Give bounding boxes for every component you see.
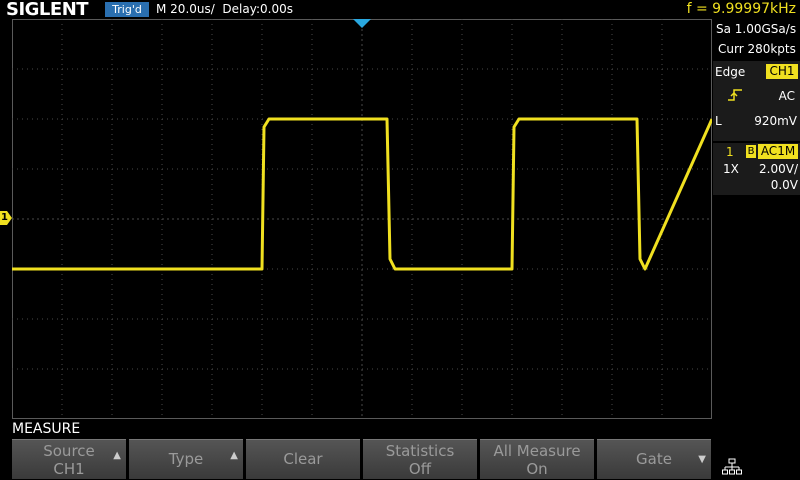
gate-button[interactable]: Gate ▼	[597, 439, 711, 479]
trigger-info-box[interactable]: Edge CH1 AC L 920mV	[713, 61, 800, 141]
channel-number: 1	[726, 145, 734, 159]
right-info-panel: Sa 1.00GSa/s Curr 280kpts Edge CH1 AC L …	[713, 19, 800, 419]
trigger-level-prefix: L	[715, 114, 722, 128]
graticule	[12, 19, 712, 419]
waveform-display[interactable]	[12, 19, 712, 419]
timebase-readout[interactable]: M 20.0us/ Delay:0.00s	[156, 0, 293, 19]
channel-coupling-tag: AC1M	[758, 144, 798, 159]
brand-logo: SIGLENT	[6, 0, 89, 20]
type-button-label: Type	[168, 450, 204, 468]
channel-info-box[interactable]: 1 B AC1M 1X 2.00V/ 0.0V	[713, 143, 800, 195]
source-button-value: CH1	[53, 460, 85, 478]
ch1-offset-marker-label: 1	[1, 212, 8, 223]
bandwidth-limit-tag: B	[746, 145, 756, 158]
clear-button[interactable]: Clear	[246, 439, 360, 479]
all-measure-button[interactable]: All Measure On	[480, 439, 594, 479]
type-button[interactable]: Type ▲	[129, 439, 243, 479]
statistics-button[interactable]: Statistics Off	[363, 439, 477, 479]
clear-button-label: Clear	[283, 450, 323, 468]
network-icon[interactable]	[722, 458, 742, 476]
statistics-button-label: Statistics	[385, 442, 455, 460]
frequency-readout: f = 9.99997kHz	[686, 1, 796, 17]
source-button-label: Source	[43, 442, 95, 460]
sample-rate: Sa 1.00GSa/s	[716, 22, 797, 36]
memory-depth: Curr 280kpts	[718, 42, 796, 56]
arrow-icon: ▼	[698, 454, 706, 465]
trigger-position-marker-icon[interactable]	[353, 19, 371, 29]
probe-attenuation: 1X	[723, 162, 739, 176]
vertical-offset: 0.0V	[770, 178, 798, 192]
vertical-scale: 2.00V/	[759, 162, 798, 176]
ch1-offset-marker[interactable]: 1	[0, 211, 12, 225]
rising-edge-icon	[728, 89, 742, 101]
arrow-icon: ▲	[113, 450, 121, 461]
trigger-type: Edge	[715, 65, 746, 79]
gate-button-label: Gate	[636, 450, 672, 468]
trigger-status-badge[interactable]: Trig'd	[105, 2, 149, 17]
all-measure-button-label: All Measure	[493, 442, 581, 460]
trigger-source-tag: CH1	[766, 64, 798, 79]
all-measure-button-value: On	[526, 460, 548, 478]
source-button[interactable]: Source CH1 ▲	[12, 439, 126, 479]
trigger-level: 920mV	[754, 114, 797, 128]
top-status-bar: SIGLENT Trig'd M 20.0us/ Delay:0.00s f =…	[0, 0, 800, 19]
arrow-icon: ▲	[230, 450, 238, 461]
menu-title: MEASURE	[12, 421, 81, 437]
statistics-button-value: Off	[408, 460, 432, 478]
trigger-coupling: AC	[778, 89, 795, 103]
